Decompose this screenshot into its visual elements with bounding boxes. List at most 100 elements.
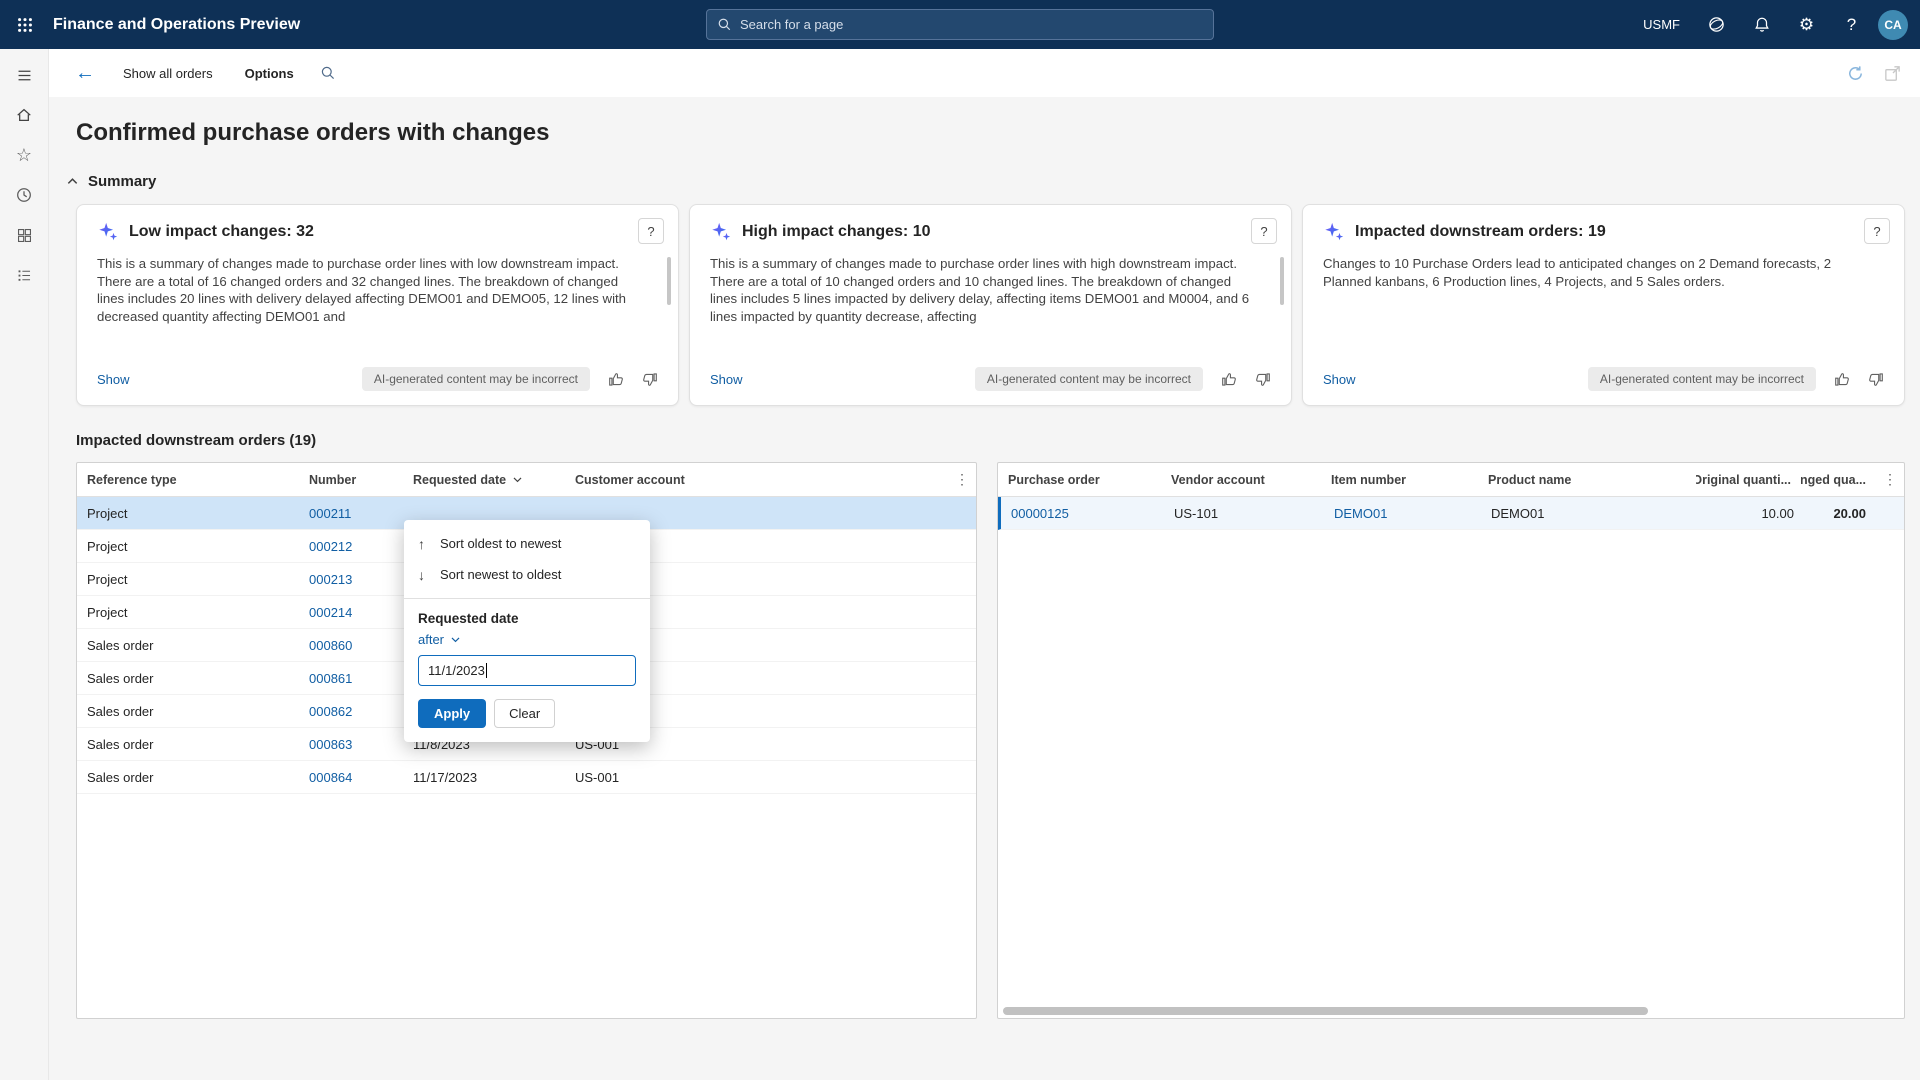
cell-reference-type: Sales order (77, 671, 299, 686)
copilot-button[interactable] (1694, 0, 1739, 49)
table-row[interactable]: Sales order 000864 11/17/2023 US-001 (77, 761, 976, 794)
avatar[interactable]: CA (1878, 10, 1908, 40)
cell-reference-type: Project (77, 572, 299, 587)
summary-section-toggle[interactable]: Summary (66, 173, 1920, 190)
thumbs-up-icon (1221, 371, 1238, 388)
table-row[interactable]: 00000125 US-101 DEMO01 DEMO01 10.00 20.0… (998, 497, 1904, 530)
action-search-button[interactable] (316, 61, 340, 85)
search-input[interactable] (740, 17, 1203, 32)
clear-button[interactable]: Clear (494, 699, 555, 728)
thumbs-down-icon (1867, 371, 1884, 388)
show-link[interactable]: Show (97, 372, 130, 387)
cell-vendor-account: US-101 (1164, 506, 1324, 521)
notifications-button[interactable] (1739, 0, 1784, 49)
card-summary-text: Changes to 10 Purchase Orders lead to an… (1323, 255, 1884, 290)
cell-number-link[interactable]: 000863 (299, 737, 403, 752)
card-help-button[interactable]: ? (1251, 218, 1277, 244)
table-header-row: Reference type Number Requested date Cus… (77, 463, 976, 497)
cell-number-link[interactable]: 000214 (299, 605, 403, 620)
sidebar-item-modules[interactable] (0, 255, 49, 295)
top-bar: Finance and Operations Preview USMF (0, 0, 1920, 49)
show-link[interactable]: Show (1323, 372, 1356, 387)
ai-disclaimer-badge: AI-generated content may be incorrect (362, 367, 590, 391)
help-button[interactable]: ? (1829, 0, 1874, 49)
sidebar-item-home[interactable] (0, 95, 49, 135)
column-header-purchase-order[interactable]: Purchase order (998, 473, 1161, 487)
filter-date-value: 11/1/2023 (428, 663, 485, 678)
card-scrollbar[interactable] (1280, 257, 1284, 305)
action-show-all-orders[interactable]: Show all orders (111, 60, 225, 87)
app-root: Finance and Operations Preview USMF (0, 0, 1920, 1080)
sidebar-item-favorites[interactable]: ☆ (0, 135, 49, 175)
table-header-row: Purchase order Vendor account Item numbe… (998, 463, 1904, 497)
table-more-options-icon[interactable]: ⋮ (948, 471, 976, 488)
table-more-options-icon[interactable]: ⋮ (1876, 471, 1904, 488)
app-launcher-icon[interactable] (0, 0, 49, 49)
column-header-number[interactable]: Number (299, 473, 403, 487)
show-link[interactable]: Show (710, 372, 743, 387)
shell: ☆ (0, 49, 1920, 1080)
cell-number-link[interactable]: 000211 (299, 506, 403, 521)
summary-cards: Low impact changes: 32 ? This is a summa… (76, 204, 1905, 406)
cell-number-link[interactable]: 000862 (299, 704, 403, 719)
cell-number-link[interactable]: 000861 (299, 671, 403, 686)
arrow-down-icon: ↓ (418, 567, 430, 583)
cell-number-link[interactable]: 000212 (299, 539, 403, 554)
column-header-changed-quantity[interactable]: Changed qua... (1801, 473, 1876, 487)
refresh-button[interactable] (1844, 62, 1867, 85)
top-right-actions: USMF ⚙ ? CA (1629, 0, 1920, 49)
sort-oldest-to-newest[interactable]: ↑ Sort oldest to newest (404, 528, 650, 559)
column-header-product-name[interactable]: Product name (1478, 473, 1696, 487)
thumbs-down-button[interactable] (641, 371, 658, 388)
module-list-icon (16, 267, 33, 284)
help-icon: ? (1847, 15, 1856, 35)
thumbs-up-button[interactable] (608, 371, 625, 388)
cell-reference-type: Sales order (77, 704, 299, 719)
card-title: Impacted downstream orders: 19 (1355, 223, 1606, 241)
thumbs-down-button[interactable] (1867, 371, 1884, 388)
column-header-requested-date[interactable]: Requested date (403, 473, 565, 487)
tables-area: Reference type Number Requested date Cus… (76, 462, 1905, 1019)
home-icon (15, 106, 33, 124)
top-search[interactable] (706, 9, 1214, 40)
cell-reference-type: Sales order (77, 638, 299, 653)
open-in-new-window-button[interactable] (1881, 62, 1904, 85)
action-options-tab[interactable]: Options (233, 60, 306, 87)
column-header-reference-type[interactable]: Reference type (77, 473, 299, 487)
card-summary-text: This is a summary of changes made to pur… (710, 255, 1271, 325)
column-header-item-number[interactable]: Item number (1321, 473, 1478, 487)
gear-icon: ⚙ (1799, 15, 1814, 35)
horizontal-scrollbar[interactable] (1003, 1007, 1648, 1015)
thumbs-up-button[interactable] (1834, 371, 1851, 388)
apply-button[interactable]: Apply (418, 699, 486, 728)
column-header-original-quantity[interactable]: Original quanti... (1696, 473, 1801, 487)
cell-original-quantity: 10.00 (1699, 506, 1804, 521)
workspaces-grid-icon (16, 227, 33, 244)
card-help-button[interactable]: ? (1864, 218, 1890, 244)
cell-customer-account: US-001 (565, 770, 976, 785)
text-cursor (486, 663, 487, 678)
cell-number-link[interactable]: 000213 (299, 572, 403, 587)
card-scrollbar[interactable] (667, 257, 671, 305)
back-button[interactable]: ← (67, 58, 103, 89)
cell-number-link[interactable]: 000864 (299, 770, 403, 785)
card-help-button[interactable]: ? (638, 218, 664, 244)
filter-date-input[interactable]: 11/1/2023 (418, 655, 636, 686)
card-high-impact: High impact changes: 10 ? This is a summ… (689, 204, 1292, 406)
sidebar-item-recent[interactable] (0, 175, 49, 215)
column-header-vendor-account[interactable]: Vendor account (1161, 473, 1321, 487)
settings-button[interactable]: ⚙ (1784, 0, 1829, 49)
thumbs-up-button[interactable] (1221, 371, 1238, 388)
sort-newest-to-oldest[interactable]: ↓ Sort newest to oldest (404, 559, 650, 590)
app-title[interactable]: Finance and Operations Preview (53, 16, 300, 34)
nav-menu-button[interactable] (0, 55, 49, 95)
column-header-customer-account[interactable]: Customer account (565, 473, 948, 487)
sparkle-icon (97, 221, 119, 243)
cell-number-link[interactable]: 000860 (299, 638, 403, 653)
filter-operator-dropdown[interactable]: after (418, 632, 461, 647)
environment-label[interactable]: USMF (1629, 17, 1694, 32)
sidebar-item-workspaces[interactable] (0, 215, 49, 255)
thumbs-down-button[interactable] (1254, 371, 1271, 388)
cell-item-number[interactable]: DEMO01 (1324, 506, 1481, 521)
cell-purchase-order-link[interactable]: 00000125 (1001, 506, 1164, 521)
